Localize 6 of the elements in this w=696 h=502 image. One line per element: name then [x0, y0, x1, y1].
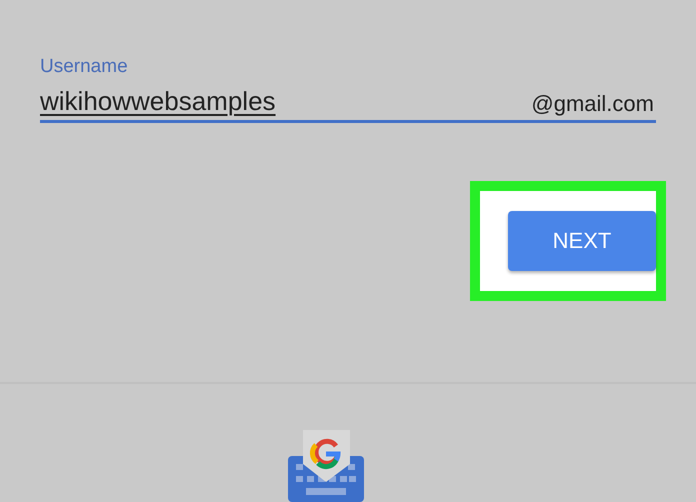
next-button[interactable]: NEXT: [508, 211, 656, 271]
field-label: Username: [40, 56, 128, 78]
email-domain: @gmail.com: [531, 91, 654, 117]
username-field[interactable]: wikihowwebsamples @gmail.com: [40, 86, 656, 123]
field-value: wikihowwebsamples: [40, 86, 276, 117]
keyboard-icon[interactable]: [288, 430, 364, 502]
